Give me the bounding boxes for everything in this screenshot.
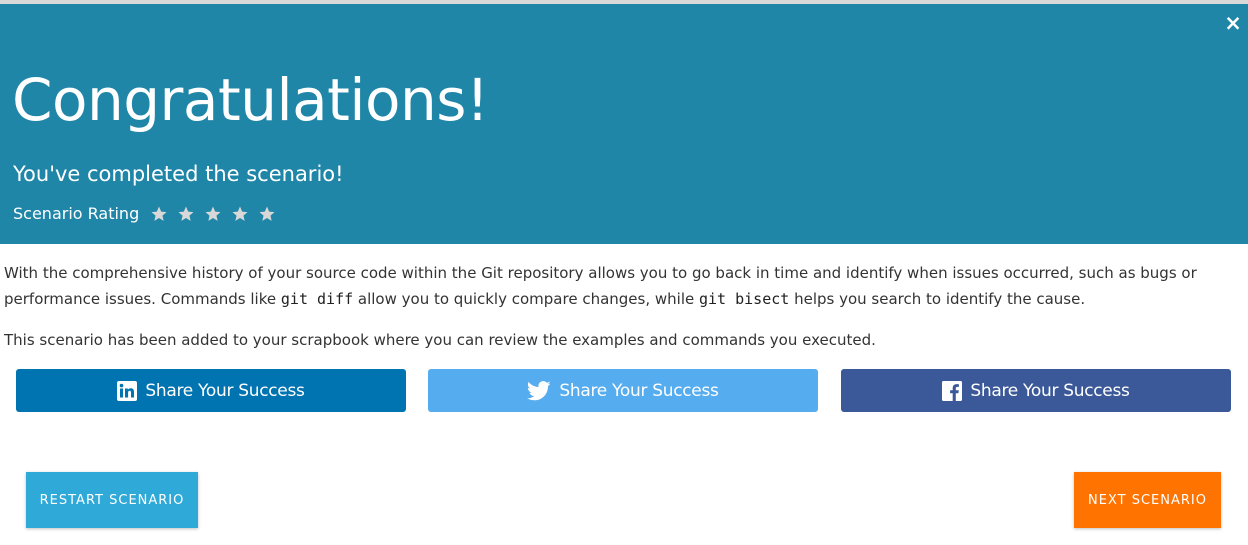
summary-text-2: allow you to quickly compare changes, wh… [353, 290, 699, 308]
close-icon: × [1224, 11, 1242, 35]
restart-scenario-button[interactable]: RESTART SCENARIO [26, 472, 198, 528]
star-icon-2[interactable] [176, 202, 203, 226]
scenario-summary: With the comprehensive history of your s… [4, 260, 1239, 312]
scrapbook-note: This scenario has been added to your scr… [4, 331, 876, 349]
summary-text-3: helps you search to identify the cause. [789, 290, 1086, 308]
share-linkedin-label: Share Your Success [145, 380, 305, 401]
share-linkedin-button[interactable]: Share Your Success [16, 369, 406, 412]
share-twitter-label: Share Your Success [559, 380, 719, 401]
next-scenario-button[interactable]: NEXT SCENARIO [1074, 472, 1221, 528]
share-twitter-button[interactable]: Share Your Success [428, 369, 818, 412]
completion-banner: × Congratulations! You've completed the … [0, 4, 1248, 244]
git-bisect-command: git bisect [699, 290, 790, 308]
linkedin-icon [117, 380, 138, 401]
twitter-icon [527, 380, 551, 401]
close-button[interactable]: × [1222, 10, 1244, 36]
share-facebook-label: Share Your Success [970, 380, 1130, 401]
rating-stars [149, 202, 284, 226]
completion-subtitle: You've completed the scenario! [13, 162, 344, 186]
scenario-rating: Scenario Rating [13, 202, 284, 226]
share-facebook-button[interactable]: Share Your Success [841, 369, 1231, 412]
star-icon-4[interactable] [230, 202, 257, 226]
git-diff-command: git diff [280, 290, 354, 308]
star-icon-1[interactable] [149, 202, 176, 226]
star-icon-3[interactable] [203, 202, 230, 226]
star-icon-5[interactable] [257, 202, 284, 226]
facebook-icon [942, 380, 963, 401]
rating-label: Scenario Rating [13, 204, 140, 223]
congratulations-title: Congratulations! [12, 66, 489, 134]
